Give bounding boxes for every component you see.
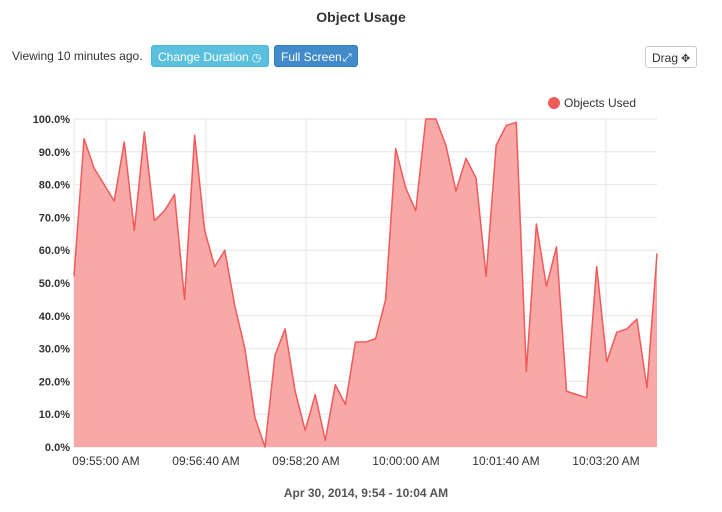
- x-tick-label: 09:55:00 AM: [72, 454, 139, 468]
- chart-legend: Objects Used: [548, 96, 636, 110]
- x-axis-ticks: 09:55:00 AM 09:56:40 AM 09:58:20 AM 10:00:0…: [72, 454, 639, 468]
- y-tick-label: 100.0%: [33, 114, 71, 126]
- area-chart: 0.0% 10.0% 20.0% 30.0% 40.0% 50.0% 60.0% 70.0% 8…: [33, 114, 658, 468]
- y-tick-label: 20.0%: [39, 376, 70, 388]
- y-tick-label: 70.0%: [39, 212, 70, 224]
- full-screen-label: Full Screen: [281, 50, 342, 64]
- x-tick-label: 10:01:40 AM: [472, 454, 539, 468]
- chart-title: Object Usage: [316, 9, 406, 25]
- full-screen-button[interactable]: Full Screen⤢: [274, 45, 358, 67]
- y-tick-label: 90.0%: [39, 147, 70, 159]
- expand-icon: ⤢: [342, 52, 352, 64]
- clock-icon: ◷: [251, 52, 262, 64]
- legend-swatch: [548, 97, 560, 109]
- y-tick-label: 40.0%: [39, 311, 70, 323]
- x-tick-label: 09:56:40 AM: [172, 454, 239, 468]
- time-range-label: Apr 30, 2014, 9:54 - 10:04 AM: [283, 486, 449, 500]
- change-duration-button[interactable]: Change Duration ◷: [151, 45, 269, 67]
- y-tick-label: 30.0%: [39, 344, 70, 356]
- y-axis-ticks: 0.0% 10.0% 20.0% 30.0% 40.0% 50.0% 60.0% 70.0% 8…: [33, 114, 71, 454]
- legend-label: Objects Used: [564, 96, 637, 110]
- y-tick-label: 50.0%: [39, 278, 70, 290]
- y-tick-label: 80.0%: [39, 180, 70, 192]
- x-tick-label: 09:58:20 AM: [272, 454, 339, 468]
- x-tick-label: 10:03:20 AM: [572, 454, 639, 468]
- y-tick-label: 60.0%: [39, 245, 70, 257]
- drag-button[interactable]: Drag ✥: [645, 46, 697, 68]
- drag-label: Drag: [652, 51, 679, 65]
- x-tick-label: 10:00:00 AM: [372, 454, 439, 468]
- y-tick-label: 0.0%: [45, 442, 70, 454]
- viewing-status-text: Viewing 10 minutes ago.: [12, 49, 143, 63]
- y-tick-label: 10.0%: [39, 409, 70, 421]
- move-icon: ✥: [681, 53, 691, 65]
- change-duration-label: Change Duration: [158, 50, 249, 64]
